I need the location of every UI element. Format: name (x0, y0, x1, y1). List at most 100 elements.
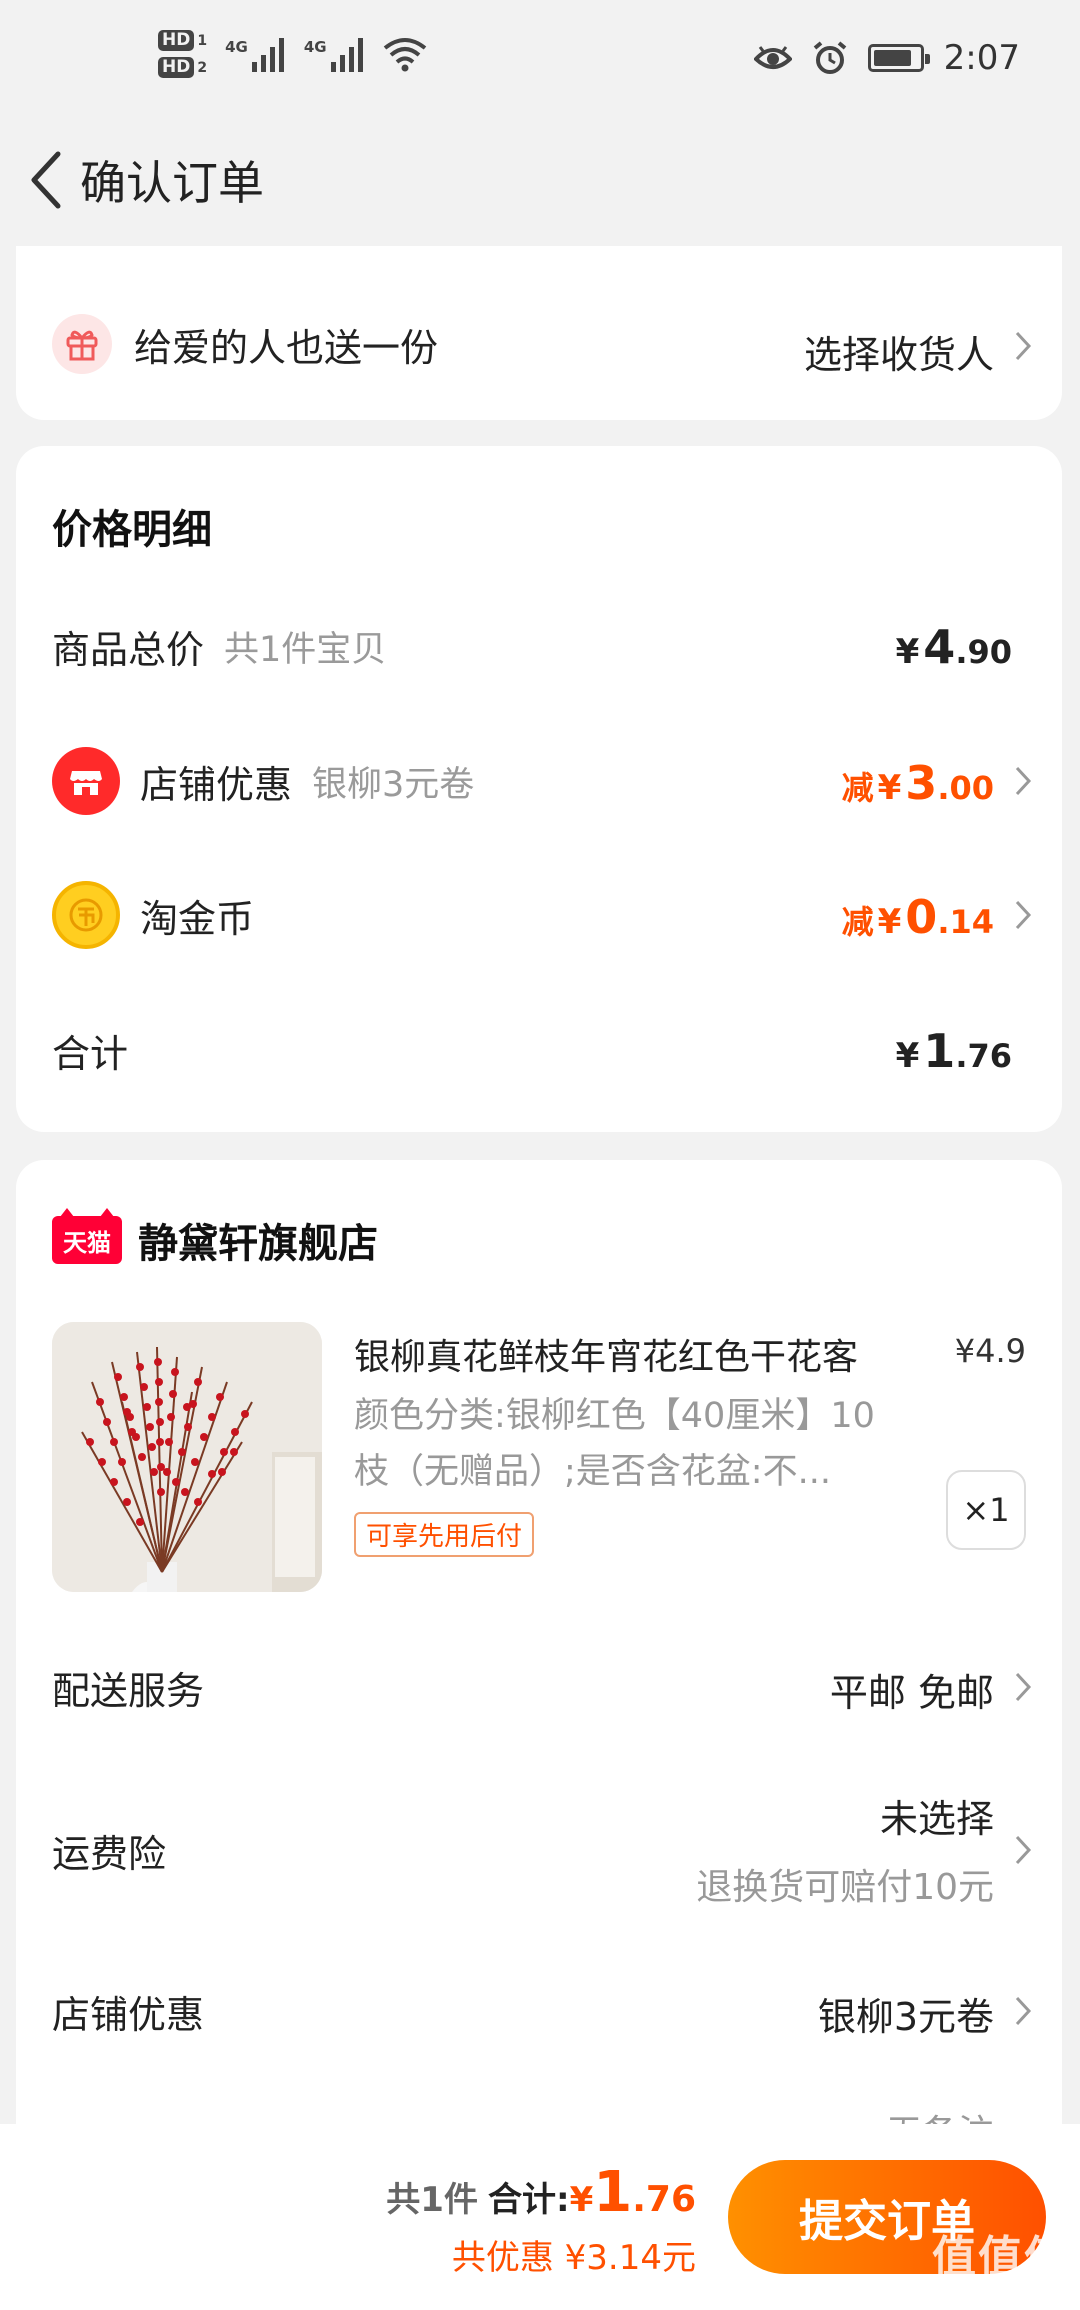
price-integer: 3 (905, 756, 938, 810)
shop-header[interactable]: 天猫 静黛轩旗舰店 (16, 1200, 1062, 1280)
total-label: 合计: (487, 2180, 570, 2220)
battery-fill (873, 50, 912, 66)
price-integer: 4 (923, 620, 956, 674)
price-decimal: .76 (955, 1037, 1012, 1075)
network-1-label: 4G (225, 38, 248, 56)
shop-coupon-row[interactable]: 店铺优惠 银柳3元卷 (16, 1966, 1062, 2056)
currency-symbol: ¥ (877, 768, 902, 808)
price-decimal: .14 (937, 903, 994, 941)
coins-amount: 减 ¥ 0 .14 (842, 890, 994, 944)
watermark-url: zhizhizhi.com (940, 2285, 1062, 2306)
chevron-right-icon (1015, 766, 1032, 796)
product-image[interactable] (52, 1322, 322, 1592)
price-integer: 1 (923, 1024, 956, 1078)
clock: 2:07 (943, 38, 1020, 78)
shipping-insurance-sub: 退换货可赔付10元 (696, 1867, 994, 1908)
currency-symbol: ¥ (569, 2180, 594, 2220)
product-title[interactable]: 银柳真花鲜枝年宵花红色干花客 (354, 1328, 934, 1380)
shop-coupon-label: 店铺优惠 (52, 1992, 205, 2037)
gold-coin-icon (52, 881, 120, 949)
bottom-bar: 共1件 合计: ¥ 1 .76 共优惠 ¥3.14元 提交订单 值值值 zhiz… (0, 2124, 1080, 2310)
shipping-insurance-label: 运费险 (52, 1831, 167, 1876)
chevron-right-icon (1015, 900, 1032, 930)
chevron-left-icon (31, 151, 61, 209)
currency-symbol: ¥ (895, 632, 920, 672)
shop-discount-label: 店铺优惠 (140, 762, 293, 807)
status-bar: HD 1 HD 2 4G 4G 2:07 (0, 0, 1080, 120)
chevron-right-icon (1015, 331, 1032, 361)
shop-discount-amount: 减 ¥ 3 .00 (842, 756, 994, 810)
hd1-num: 1 (197, 32, 208, 49)
delivery-value: 平邮 免邮 (829, 1671, 994, 1715)
hd2-num: 2 (197, 59, 208, 76)
hd1-indicator: HD 1 (158, 30, 207, 51)
price-integer: 1 (593, 2160, 633, 2225)
shop-coupon-value: 银柳3元卷 (817, 1995, 994, 2039)
willow-branches-image (52, 1322, 322, 1592)
gift-icon (52, 314, 112, 374)
shop-discount-row[interactable]: 店铺优惠 银柳3元卷 减 ¥ 3 .00 (16, 736, 1062, 826)
signal-1: 4G (225, 36, 286, 72)
gift-row[interactable]: 给爱的人也送一份 选择收货人 (16, 294, 1062, 394)
price-detail-card: 价格明细 商品总价 共1件宝贝 ¥ 4 .90 店铺优惠 银柳3元卷 减 ¥ 3… (16, 446, 1062, 1132)
total-label: 合计 (52, 1031, 129, 1076)
status-left: HD 1 HD 2 4G 4G (158, 30, 427, 78)
watermark: 值值值 zhizhizhi.com (932, 2221, 1070, 2306)
back-button[interactable] (10, 140, 80, 220)
price-decimal: .76 (632, 2179, 696, 2220)
currency-symbol: ¥ (877, 902, 902, 942)
product-price: ¥4.9 (954, 1332, 1026, 1370)
shop-card: 天猫 静黛轩旗舰店 银柳真花鲜枝年宵花红色干花客 ¥4.9 颜色分类:银柳红色【… (16, 1160, 1062, 2160)
page-title: 确认订单 (80, 156, 264, 210)
price-detail-header: 价格明细 (16, 486, 1062, 566)
order-total: 共1件 合计: ¥ 1 .76 (386, 2160, 696, 2225)
watermark-main: 值值值 (932, 2232, 1070, 2283)
shop-name: 静黛轩旗舰店 (138, 1221, 378, 1267)
signal-2: 4G (304, 36, 365, 72)
shipping-insurance-row[interactable]: 运费险 未选择 退换货可赔付10元 (16, 1780, 1062, 1920)
goods-total-label: 商品总价 (52, 627, 205, 672)
price-detail-title: 价格明细 (52, 507, 212, 553)
header: 确认订单 (0, 120, 1080, 240)
select-recipient: 选择收货人 (803, 333, 994, 377)
coins-label: 淘金币 (140, 896, 255, 941)
order-confirm-page: HD 1 HD 2 4G 4G 2:07 确认订单 给爱的人也送一份 选择收货人… (0, 0, 1080, 2310)
hd1-label: HD (158, 30, 195, 51)
quantity-stepper[interactable]: ×1 (946, 1470, 1026, 1550)
total-saving: 共优惠 ¥3.14元 (451, 2238, 696, 2278)
store-icon (52, 747, 120, 815)
chevron-right-icon (1015, 1672, 1032, 1702)
minus-label: 减 (841, 903, 874, 941)
total-price: ¥ 1 .76 (896, 1024, 1012, 1078)
battery-icon (867, 44, 930, 72)
pay-later-tag: 可享先用后付 (354, 1512, 535, 1557)
product-spec-line-1: 颜色分类:银柳红色【40厘米】10 (354, 1396, 875, 1436)
tmall-logo: 天猫 (52, 1208, 122, 1264)
item-count: 共1件 (386, 2180, 478, 2220)
network-2-label: 4G (303, 38, 327, 56)
goods-total-price: ¥ 4 .90 (896, 620, 1012, 674)
total-row: 合计 ¥ 1 .76 (16, 1010, 1062, 1090)
gift-label: 给爱的人也送一份 (134, 325, 439, 370)
price-integer: 0 (905, 890, 938, 944)
eye-comfort-icon (753, 46, 792, 69)
minus-label: 减 (841, 769, 874, 807)
price-decimal: .90 (955, 633, 1012, 671)
signal-2-icon (330, 38, 363, 72)
goods-total-count: 共1件宝贝 (224, 629, 387, 670)
hd2-label: HD (158, 57, 195, 78)
delivery-row[interactable]: 配送服务 平邮 免邮 (16, 1642, 1062, 1732)
status-right: 2:07 (753, 38, 1020, 78)
shipping-insurance-value: 未选择 (879, 1797, 994, 1841)
hd2-indicator: HD 2 (158, 57, 207, 78)
alarm-icon (813, 41, 846, 74)
signal-1-icon (251, 38, 284, 72)
goods-total-row: 商品总价 共1件宝贝 ¥ 4 .90 (16, 606, 1062, 686)
hd-indicators: HD 1 HD 2 (158, 30, 207, 78)
product-spec-line-2: 枝（无赠品）;是否含花盆:不... (354, 1452, 831, 1492)
shop-discount-coupon: 银柳3元卷 (312, 764, 475, 805)
wifi-icon (383, 38, 426, 72)
coins-row[interactable]: 淘金币 减 ¥ 0 .14 (16, 870, 1062, 960)
chevron-right-icon (1015, 1835, 1032, 1865)
chevron-right-icon (1015, 1996, 1032, 2026)
